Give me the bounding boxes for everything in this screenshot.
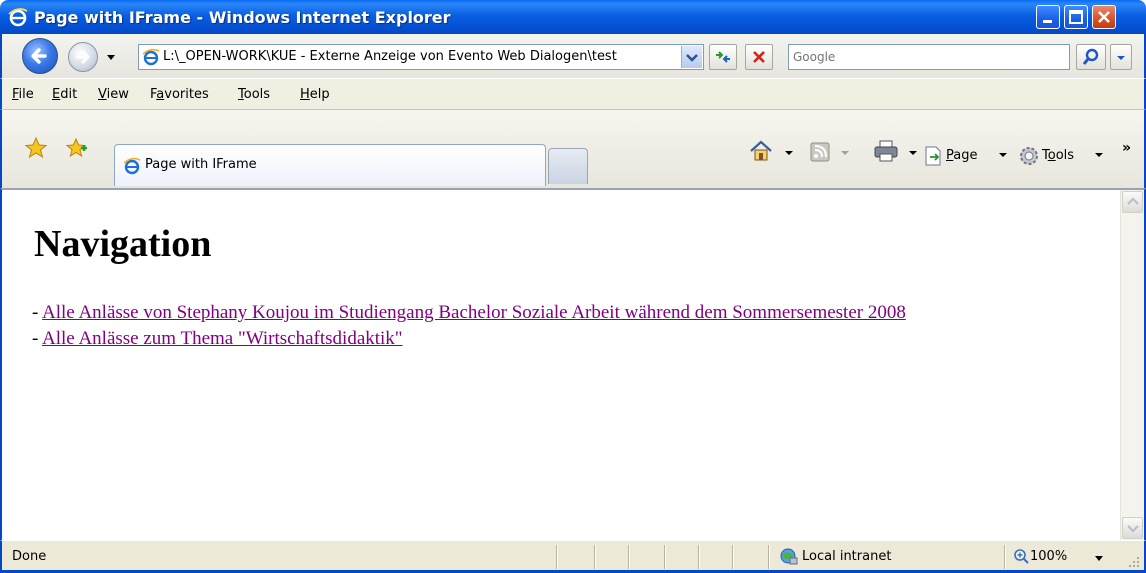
address-field[interactable]: L:\_OPEN-WORK\KUE - Externe Anzeige von … <box>138 44 704 70</box>
favorites-star-icon[interactable] <box>24 136 48 160</box>
tools-menu-label: Tools <box>1042 148 1075 163</box>
back-button[interactable] <box>22 38 58 74</box>
link-stephany-koujou-events[interactable]: Alle Anlässe von Stephany Koujou im Stud… <box>42 302 906 323</box>
address-dropdown-button[interactable] <box>681 46 702 68</box>
close-icon <box>1098 11 1110 23</box>
search-options-button[interactable] <box>1110 44 1132 70</box>
page-heading: Navigation <box>34 223 212 265</box>
print-dropdown-icon[interactable] <box>908 148 918 158</box>
scroll-up-button[interactable] <box>1122 191 1143 213</box>
menu-tools[interactable]: Tools <box>238 87 270 102</box>
chevron-down-icon <box>686 54 698 62</box>
link-wirtschaftsdidaktik-events[interactable]: Alle Anlässe zum Thema "Wirtschaftsdidak… <box>42 328 403 349</box>
tab-toolbar: Page with IFrame Page Tools » <box>0 110 1146 188</box>
maximize-icon <box>1069 10 1083 24</box>
chevron-up-icon <box>1127 197 1139 205</box>
page-viewport: Navigation - Alle Anlässe von Stephany K… <box>0 188 1146 540</box>
gear-icon <box>1020 147 1038 165</box>
menu-file[interactable]: File <box>12 87 34 102</box>
address-url[interactable]: L:\_OPEN-WORK\KUE - Externe Anzeige von … <box>163 49 673 64</box>
menu-view[interactable]: View <box>98 87 129 102</box>
ie-page-icon <box>142 48 160 66</box>
feeds-dropdown-icon[interactable] <box>840 148 850 158</box>
security-zone[interactable]: Local intranet <box>802 549 891 564</box>
zoom-magnifier-icon[interactable] <box>1012 547 1030 565</box>
tools-dropdown-icon <box>1095 153 1103 157</box>
menu-help[interactable]: Help <box>300 87 330 102</box>
ie-page-icon <box>123 157 141 175</box>
menu-favorites[interactable]: Favorites <box>150 87 209 102</box>
ie-logo-icon <box>8 8 28 27</box>
zoom-level[interactable]: 100% <box>1030 549 1067 564</box>
status-divider <box>594 545 595 569</box>
history-dropdown-icon[interactable] <box>106 52 116 62</box>
status-bar: Done Local intranet 100% <box>0 540 1146 573</box>
refresh-icon <box>716 51 730 63</box>
resize-grip-icon[interactable] <box>1126 554 1140 568</box>
vertical-scrollbar[interactable] <box>1120 190 1144 540</box>
page-dropdown-icon <box>999 153 1007 157</box>
more-commands-chevron-icon[interactable]: » <box>1122 140 1131 156</box>
maximize-button[interactable] <box>1064 5 1088 29</box>
close-button[interactable] <box>1092 5 1116 29</box>
refresh-button[interactable] <box>709 44 737 70</box>
search-button[interactable] <box>1076 44 1106 70</box>
tab-page-with-iframe[interactable]: Page with IFrame <box>114 144 546 186</box>
menu-edit[interactable]: Edit <box>52 87 77 102</box>
zoom-dropdown-icon[interactable] <box>1094 555 1104 563</box>
stop-icon <box>753 51 765 63</box>
tab-label: Page with IFrame <box>145 157 257 172</box>
status-divider <box>1004 545 1005 569</box>
chevron-down-icon <box>1117 56 1125 60</box>
page-icon <box>925 146 941 166</box>
status-divider <box>698 545 699 569</box>
chevron-down-icon <box>1127 525 1139 533</box>
arrow-left-icon <box>31 48 47 64</box>
print-icon[interactable] <box>872 138 900 164</box>
home-dropdown-icon[interactable] <box>784 148 794 158</box>
search-input[interactable] <box>793 48 1063 66</box>
menu-bar: File Edit View Favorites Tools Help <box>0 78 1146 110</box>
nav-item: - Alle Anlässe von Stephany Koujou im St… <box>32 302 906 323</box>
window-title: Page with IFrame - Windows Internet Expl… <box>34 8 451 27</box>
minimize-icon <box>1043 20 1052 23</box>
status-divider <box>664 545 665 569</box>
home-icon[interactable] <box>748 138 774 164</box>
scroll-down-button[interactable] <box>1122 517 1143 539</box>
page-content: Navigation - Alle Anlässe von Stephany K… <box>18 190 1108 540</box>
status-text: Done <box>12 549 47 564</box>
browser-window: Page with IFrame - Windows Internet Expl… <box>0 0 1146 573</box>
arrow-right-icon <box>75 50 90 64</box>
page-menu-label: Page <box>946 148 978 163</box>
intranet-globe-icon <box>780 548 798 565</box>
magnifier-icon <box>1082 48 1099 65</box>
nav-item: - Alle Anlässe zum Thema "Wirtschaftsdid… <box>32 328 403 349</box>
minimize-button[interactable] <box>1036 5 1060 29</box>
title-bar[interactable]: Page with IFrame - Windows Internet Expl… <box>0 0 1146 34</box>
add-favorite-icon[interactable] <box>64 136 88 160</box>
search-box[interactable] <box>788 44 1070 70</box>
new-tab-button[interactable] <box>548 148 588 184</box>
status-divider <box>732 545 733 569</box>
address-toolbar: L:\_OPEN-WORK\KUE - Externe Anzeige von … <box>0 34 1146 78</box>
stop-button[interactable] <box>745 44 773 70</box>
forward-button[interactable] <box>68 42 98 72</box>
status-divider <box>628 545 629 569</box>
status-divider <box>768 545 769 569</box>
feeds-icon[interactable] <box>808 140 832 164</box>
status-divider <box>556 545 557 569</box>
